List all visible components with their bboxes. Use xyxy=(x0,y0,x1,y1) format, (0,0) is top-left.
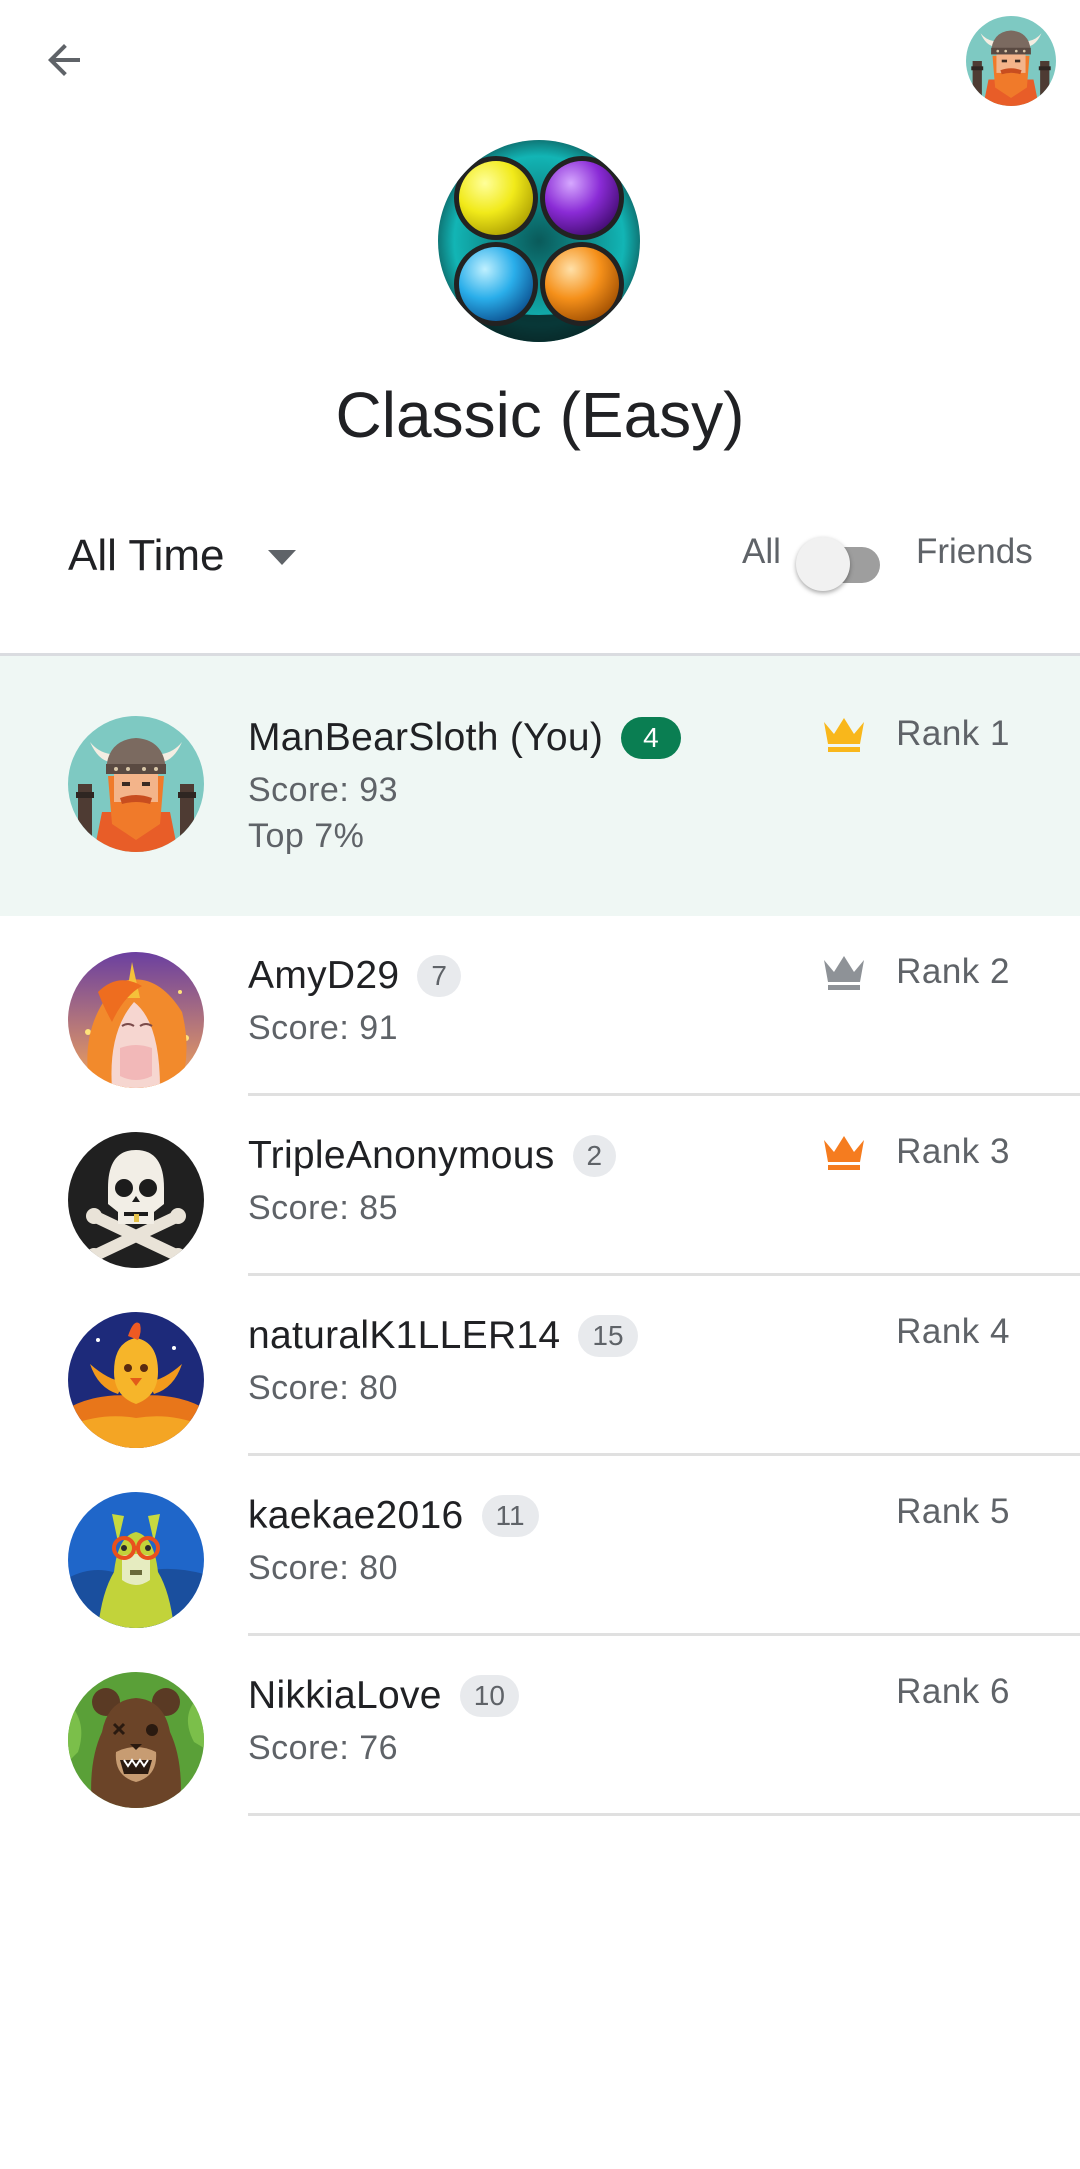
viking-icon xyxy=(68,716,204,852)
player-score: Score: 91 xyxy=(248,1009,399,1047)
rank-indicator: Rank 6 xyxy=(896,1672,1010,1712)
back-button[interactable] xyxy=(40,28,120,92)
phoenix-icon xyxy=(68,1312,204,1448)
rank-indicator: Rank 4 xyxy=(896,1312,1010,1352)
profile-avatar[interactable] xyxy=(966,16,1056,106)
rank-label: Rank 2 xyxy=(896,952,1010,991)
player-name: AmyD29 xyxy=(248,954,400,997)
rank-indicator: Rank 3 xyxy=(820,1132,1010,1172)
player-score: Score: 80 xyxy=(248,1369,399,1407)
dropdown-arrow-icon xyxy=(268,549,297,565)
bear-avatar xyxy=(68,1672,204,1808)
phoenix-avatar xyxy=(68,1312,204,1448)
leaderboard-row[interactable]: kaekae2016 11 Score: 80 Rank 5 xyxy=(0,1456,1080,1636)
toggle-thumb xyxy=(796,537,850,591)
llama-avatar xyxy=(68,1492,204,1628)
level-badge: 7 xyxy=(417,955,461,997)
top-percentile: Top 7% xyxy=(248,817,365,855)
toggle-all-label: All xyxy=(742,532,781,571)
arrow-back-icon xyxy=(48,44,80,76)
level-badge: 15 xyxy=(578,1315,638,1357)
player-name: ManBearSloth (You) xyxy=(248,716,604,759)
player-name-line: kaekae2016 11 xyxy=(248,1494,539,1538)
player-name: TripleAnonymous xyxy=(248,1134,555,1177)
game-icon xyxy=(438,140,640,342)
leaderboard-row[interactable]: AmyD29 7 Score: 91 Rank 2 xyxy=(0,916,1080,1096)
rank-label: Rank 5 xyxy=(896,1492,1010,1531)
llama-icon xyxy=(68,1492,204,1628)
rank-label: Rank 1 xyxy=(896,714,1010,753)
rank-label: Rank 3 xyxy=(896,1132,1010,1171)
player-name-line: NikkiaLove 10 xyxy=(248,1674,519,1718)
player-name-line: ManBearSloth (You) 4 xyxy=(248,716,681,760)
viking-avatar-icon xyxy=(966,16,1056,106)
skull-icon xyxy=(68,1132,204,1268)
rank-indicator: Rank 1 xyxy=(820,714,1010,754)
leaderboard-row[interactable]: TripleAnonymous 2 Score: 85 Rank 3 xyxy=(0,1096,1080,1276)
row-divider xyxy=(248,1813,1080,1816)
toggle-friends-label: Friends xyxy=(916,532,1033,571)
skull-avatar xyxy=(68,1132,204,1268)
player-name-line: AmyD29 7 xyxy=(248,954,461,998)
crown-icon xyxy=(824,1136,865,1170)
leaderboard-row[interactable]: ManBearSloth (You) 4 Score: 93 Top 7% Rank 1 xyxy=(0,656,1080,916)
unicorn-avatar xyxy=(68,952,204,1088)
crown-icon xyxy=(824,956,865,990)
player-name: naturalK1LLER14 xyxy=(248,1314,561,1357)
crown-icon xyxy=(824,718,865,752)
rank-indicator: Rank 5 xyxy=(896,1492,1010,1532)
level-badge: 2 xyxy=(572,1135,617,1177)
player-score: Score: 80 xyxy=(248,1549,399,1587)
rank-indicator: Rank 2 xyxy=(820,952,1010,992)
level-badge: 10 xyxy=(459,1675,519,1717)
player-score: Score: 85 xyxy=(248,1189,399,1227)
time-period-label: All Time xyxy=(68,531,225,580)
friends-toggle-switch[interactable] xyxy=(796,527,886,591)
page-title: Classic (Easy) xyxy=(335,379,745,451)
level-badge: 4 xyxy=(621,717,681,759)
player-name: NikkiaLove xyxy=(248,1674,442,1717)
bear-icon xyxy=(68,1672,204,1808)
player-score: Score: 76 xyxy=(248,1729,399,1767)
leaderboard-row[interactable]: naturalK1LLER14 15 Score: 80 Rank 4 xyxy=(0,1276,1080,1456)
rank-label: Rank 4 xyxy=(896,1312,1010,1351)
player-name: kaekae2016 xyxy=(248,1494,464,1537)
unicorn-icon xyxy=(68,952,204,1088)
leaderboard-row[interactable]: NikkiaLove 10 Score: 76 Rank 6 xyxy=(0,1636,1080,1816)
player-name-line: TripleAnonymous 2 xyxy=(248,1134,617,1178)
rank-label: Rank 6 xyxy=(896,1672,1010,1711)
player-score: Score: 93 xyxy=(248,771,399,809)
time-period-dropdown[interactable]: All Time xyxy=(68,520,297,592)
viking-avatar xyxy=(68,716,204,852)
player-name-line: naturalK1LLER14 15 xyxy=(248,1314,638,1358)
level-badge: 11 xyxy=(481,1495,539,1537)
four-colored-buttons-icon xyxy=(438,140,640,342)
